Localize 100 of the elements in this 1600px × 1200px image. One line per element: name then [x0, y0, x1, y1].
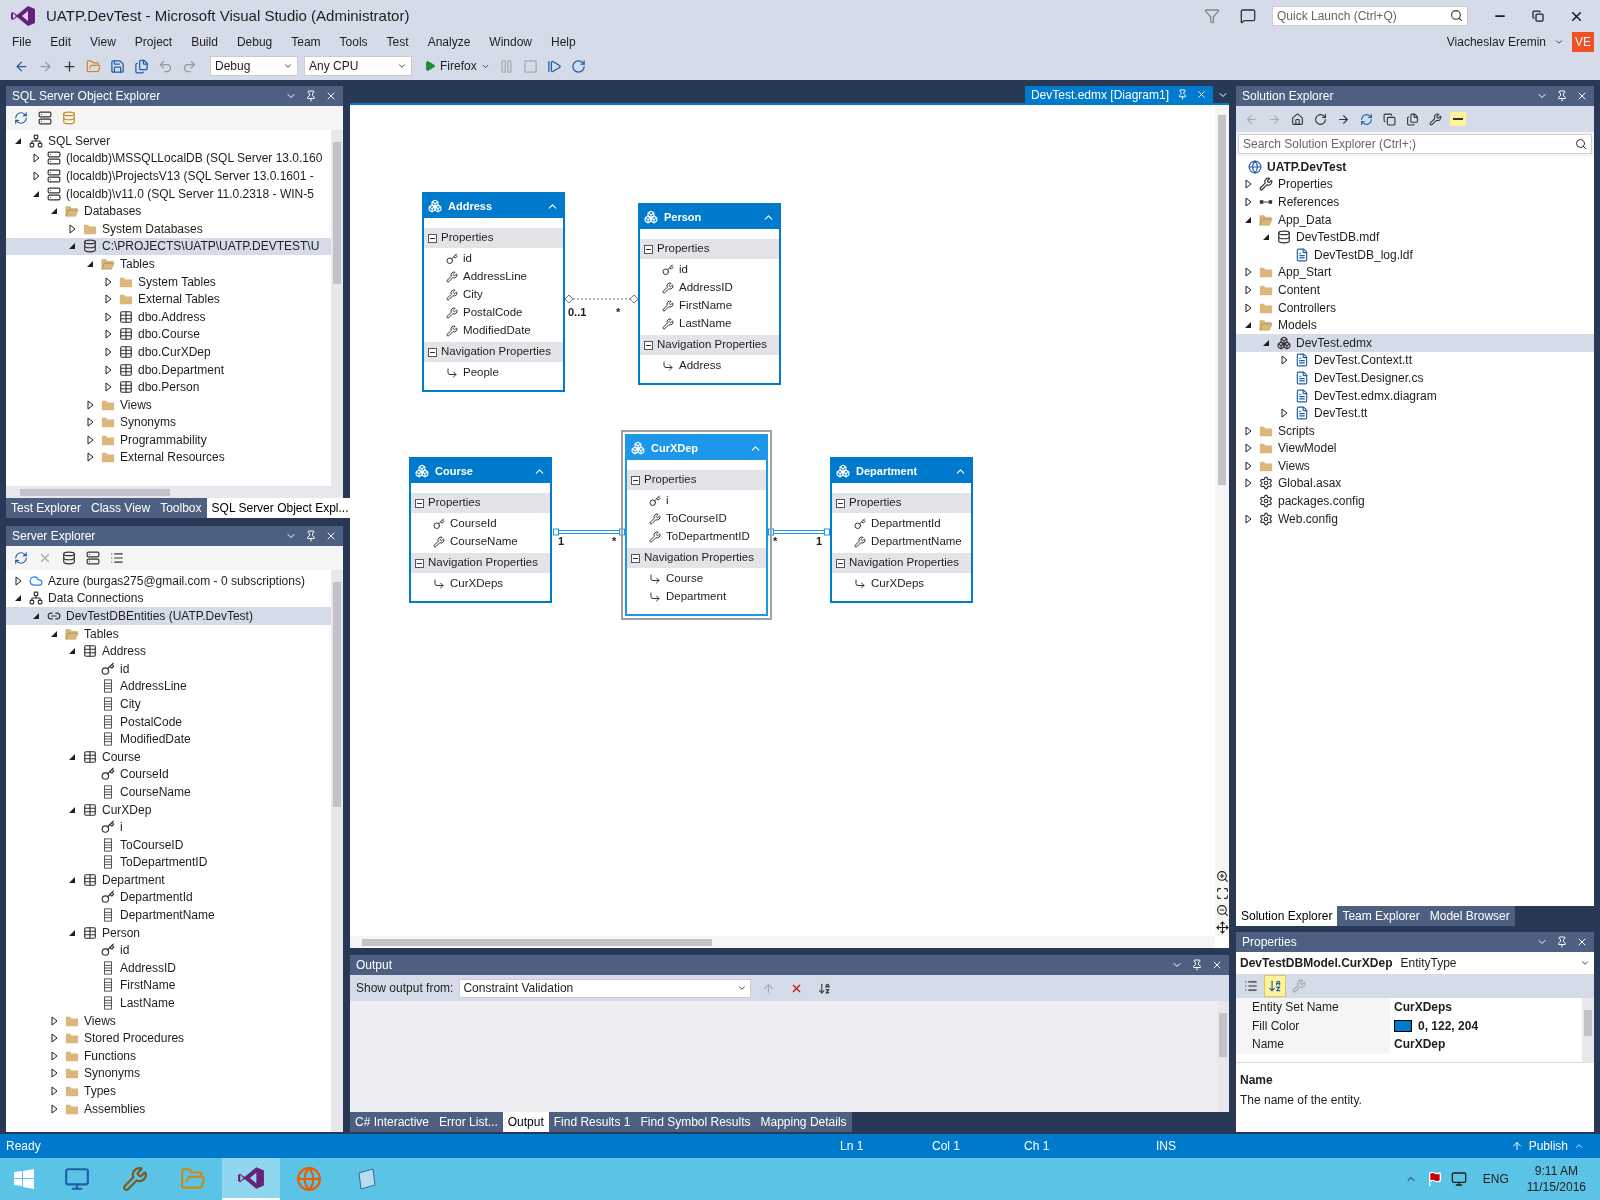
panel-tab[interactable]: Find Symbol Results	[635, 1112, 756, 1132]
entity-card[interactable]: Course Properties CourseId CourseName Navigation Properties CurXDeps	[409, 457, 552, 603]
run-button[interactable]: Firefox	[420, 55, 494, 77]
collapse-box-icon[interactable]	[415, 558, 424, 568]
collapsed-arrow-icon[interactable]	[1242, 284, 1254, 295]
tree-item[interactable]: C:\PROJECTS\UATP\UATP.DEVTEST\U	[6, 237, 331, 256]
panel-tab[interactable]: Error List...	[434, 1112, 503, 1132]
tree-item[interactable]: Views	[6, 395, 331, 414]
tree-item[interactable]: ModifiedDate	[6, 730, 331, 748]
tree-item[interactable]: Synonyms	[6, 1064, 331, 1083]
collapsed-arrow-icon[interactable]	[30, 153, 42, 164]
tree-item[interactable]: External Tables	[6, 290, 331, 308]
tree-item[interactable]: DevTest.tt	[1236, 404, 1594, 422]
collapsed-arrow-icon[interactable]	[66, 223, 78, 234]
tree-item[interactable]: i	[6, 818, 331, 836]
alphabetical-button[interactable]	[1264, 975, 1286, 997]
tree-item[interactable]: SQL Server	[6, 132, 331, 150]
close-icon[interactable]	[1211, 959, 1223, 971]
menu-item[interactable]: Edit	[44, 33, 78, 51]
collapsed-arrow-icon[interactable]	[48, 1015, 60, 1026]
close-icon[interactable]	[325, 90, 337, 102]
tree-item[interactable]: Assemblies	[6, 1099, 331, 1118]
zoom-out-icon[interactable]	[1215, 904, 1229, 917]
zoom-in-icon[interactable]	[1215, 870, 1229, 883]
publish-button[interactable]: Publish	[1510, 1137, 1584, 1155]
collapsed-arrow-icon[interactable]	[84, 417, 96, 428]
horizontal-scrollbar[interactable]	[6, 486, 343, 498]
collapsed-arrow-icon[interactable]	[48, 1033, 60, 1044]
property-value[interactable]: 0, 122, 204	[1390, 1016, 1582, 1035]
collapse-box-icon[interactable]	[428, 347, 437, 357]
entity-property[interactable]: CurXDeps	[411, 575, 550, 593]
association-line[interactable]	[768, 527, 830, 537]
entity-property[interactable]: DepartmentId	[832, 515, 971, 533]
tree-item[interactable]: CurXDep	[6, 800, 331, 819]
platform-dropdown[interactable]: Any CPU	[304, 56, 412, 76]
output-source-dropdown[interactable]: Constraint Validation	[459, 978, 752, 998]
tree-item[interactable]: DevTest.edmx	[1236, 333, 1594, 352]
tree-item[interactable]: DevTestDB.mdf	[1236, 228, 1594, 246]
document-tab[interactable]: DevTest.edmx [Diagram1]	[1024, 86, 1213, 103]
panel-tab[interactable]: Team Explorer	[1337, 906, 1425, 926]
collapsed-arrow-icon[interactable]	[102, 276, 114, 287]
tree-item[interactable]: Data Connections	[6, 589, 331, 608]
collapsed-arrow-icon[interactable]	[1242, 179, 1254, 190]
user-avatar[interactable]: VE	[1572, 32, 1594, 52]
tree-item[interactable]: City	[6, 695, 331, 713]
tree-item[interactable]: System Tables	[6, 272, 331, 291]
tree-item[interactable]: ToDepartmentID	[6, 853, 331, 872]
tree-item[interactable]: ViewModel	[1236, 439, 1594, 458]
tree-item[interactable]: Functions	[6, 1047, 331, 1065]
tree-item[interactable]: CourseId	[6, 765, 331, 784]
tree-item[interactable]: Programmability	[6, 431, 331, 449]
collapsed-arrow-icon[interactable]	[48, 1050, 60, 1061]
entity-property[interactable]: id	[424, 250, 563, 268]
entity-property[interactable]: ModifiedDate	[424, 322, 563, 340]
entity-property[interactable]: ToDepartmentID	[627, 528, 766, 546]
collapsed-arrow-icon[interactable]	[30, 171, 42, 181]
collapsed-arrow-icon[interactable]	[12, 575, 24, 586]
configuration-dropdown[interactable]: Debug	[210, 56, 298, 76]
tree-item[interactable]: Person	[6, 923, 331, 942]
panel-tab[interactable]: Test Explorer	[6, 498, 87, 518]
tree-item[interactable]: (localdb)\v11.0 (SQL Server 11.0.2318 - WIN-5	[6, 184, 331, 203]
close-icon[interactable]	[1196, 89, 1207, 100]
collapsed-arrow-icon[interactable]	[84, 452, 96, 463]
pin-icon[interactable]	[1191, 959, 1203, 971]
search-field[interactable]: Search Solution Explorer (Ctrl+;)	[1238, 134, 1592, 154]
property-value[interactable]: CurXDep	[1390, 1035, 1582, 1054]
tree-item[interactable]: AddressLine	[6, 677, 331, 696]
tree-item[interactable]: dbo.Person	[6, 378, 331, 396]
menu-item[interactable]: Window	[483, 33, 538, 51]
collapsed-arrow-icon[interactable]	[1242, 478, 1254, 489]
language-indicator[interactable]: ENG	[1482, 1170, 1509, 1188]
pin-icon[interactable]	[1177, 89, 1188, 100]
tree-item[interactable]: (localdb)\ProjectsV13 (SQL Server 13.0.1601 -	[6, 167, 331, 185]
collapsed-arrow-icon[interactable]	[1278, 355, 1290, 366]
tree-item[interactable]: Address	[6, 642, 331, 660]
collapse-box-icon[interactable]	[644, 244, 653, 254]
tree-item[interactable]: Types	[6, 1082, 331, 1100]
panel-tab[interactable]: Output	[502, 1112, 549, 1132]
collapsed-arrow-icon[interactable]	[1242, 267, 1254, 278]
tree-item[interactable]: Synonyms	[6, 413, 331, 432]
tree-item[interactable]: CourseName	[6, 783, 331, 801]
tree-item[interactable]: Scripts	[1236, 421, 1594, 440]
tree-item[interactable]: Models	[1236, 316, 1594, 334]
tree-item[interactable]: DevTest.edmx.diagram	[1236, 386, 1594, 405]
collapse-box-icon[interactable]	[631, 475, 640, 485]
collapsed-arrow-icon[interactable]	[102, 311, 114, 322]
entity-property[interactable]: Course	[627, 570, 766, 588]
menu-item[interactable]: Team	[285, 33, 327, 51]
entity-property[interactable]: PostalCode	[424, 304, 563, 322]
collapsed-arrow-icon[interactable]	[102, 364, 114, 375]
entity-property[interactable]: i	[627, 492, 766, 510]
pin-icon[interactable]	[1556, 90, 1568, 102]
entity-property[interactable]: AddressLine	[424, 268, 563, 286]
tree-item[interactable]: dbo.Course	[6, 325, 331, 344]
entity-property[interactable]: CourseName	[411, 533, 550, 551]
menu-item[interactable]: Build	[185, 33, 224, 51]
close-icon[interactable]	[1576, 90, 1588, 102]
close-icon[interactable]	[1576, 936, 1588, 948]
feedback-icon[interactable]	[1240, 8, 1256, 24]
entity-property[interactable]: ToCourseID	[627, 510, 766, 528]
